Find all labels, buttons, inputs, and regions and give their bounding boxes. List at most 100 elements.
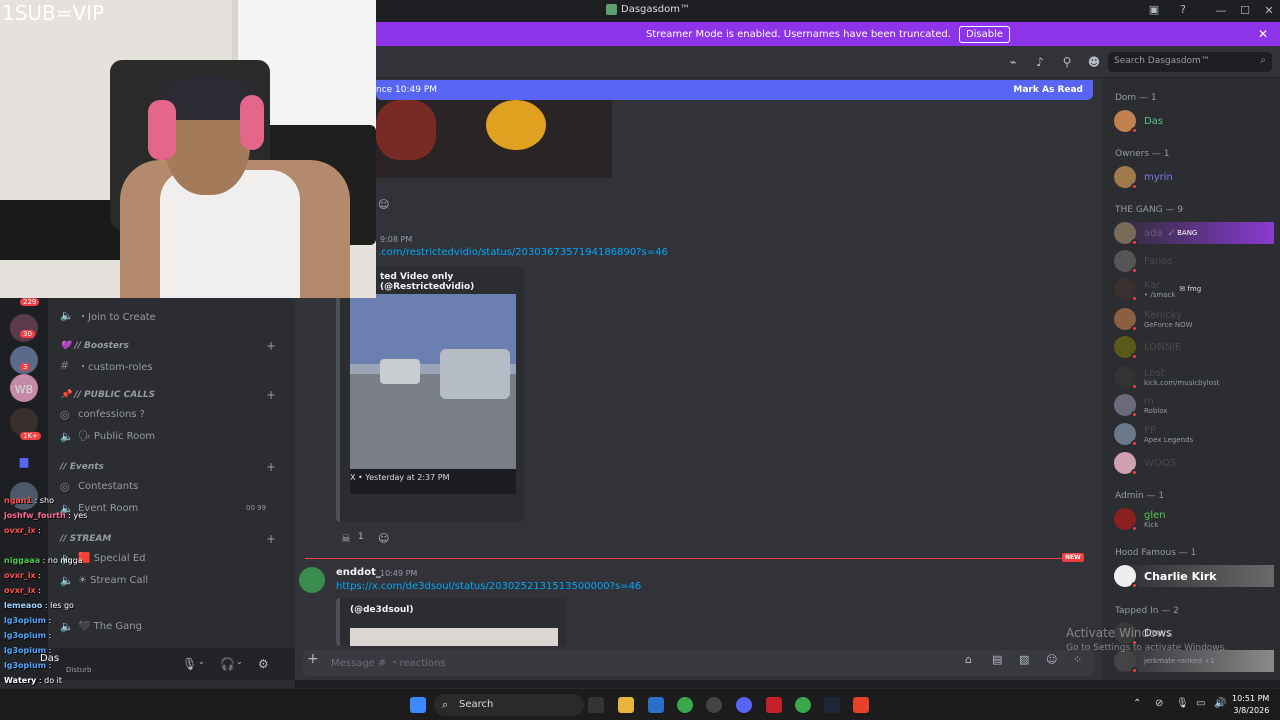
channel-public-room[interactable]: 🔈 🗣 Public Room	[60, 430, 155, 443]
network-icon[interactable]: ⊘	[1155, 698, 1163, 709]
stream-overlay-label: 1SUB=VIP	[2, 1, 105, 25]
clock[interactable]: 10:51 PM 3/8/2026	[1232, 693, 1269, 717]
member-item[interactable]: LONNIE	[1114, 336, 1181, 360]
category-public-calls[interactable]: 📌 // PUBLIC CALLS	[60, 390, 155, 400]
add-channel-icon[interactable]: +	[266, 388, 276, 402]
message-composer: + Message # ・reactions ⌂ ▤ ▨ ☺ ⁘	[295, 646, 1103, 680]
chat-line: ngan1 : sho	[4, 496, 55, 505]
channel-join-to-create[interactable]: 🔈 ・Join to Create	[60, 308, 156, 323]
add-reaction-icon[interactable]: ☺	[378, 198, 389, 211]
member-section-header: Tapped In — 2	[1115, 606, 1179, 616]
member-item[interactable]: ada ☄ BANG	[1114, 222, 1274, 246]
volume-icon[interactable]: 🔊	[1214, 698, 1226, 709]
avatar	[1114, 222, 1138, 246]
skull-reaction[interactable]: ☠	[341, 532, 351, 545]
embed-title[interactable]: ted Video only (@Restrictedvidio)	[380, 272, 524, 292]
member-list-icon[interactable]: ☻	[1087, 55, 1101, 69]
avatar	[1114, 508, 1138, 532]
chat-line: lg3opium :	[4, 616, 52, 625]
add-reaction-icon[interactable]: ☺	[378, 532, 389, 545]
gift-icon[interactable]: ⌂	[965, 653, 972, 666]
stream-chat-overlay: ngan1 : sho joshfw_fourth : yes ovxr_ix …	[0, 480, 120, 690]
embed-title[interactable]: (@de3dsoul)	[350, 605, 414, 615]
server-badge: 30	[20, 330, 35, 338]
microphone-icon[interactable]: 🎙	[182, 657, 197, 671]
display-icon[interactable]: ▭	[1196, 698, 1205, 709]
avatar[interactable]	[299, 567, 325, 593]
link-embed: ted Video only (@Restrictedvidio) X • Ye…	[336, 266, 524, 522]
upload-plus-icon[interactable]: +	[307, 651, 319, 667]
activate-windows-title: Activate Windows	[1066, 626, 1173, 640]
chevron-down-icon[interactable]: ⌄	[198, 657, 205, 666]
folder-icon[interactable]: ▆	[10, 448, 38, 476]
file-explorer-icon[interactable]	[618, 697, 634, 713]
maximize-button[interactable]: ☐	[1238, 4, 1252, 17]
embed-image[interactable]	[350, 628, 558, 646]
member-item[interactable]: jerkmate-ranked +1	[1114, 650, 1274, 674]
chat-line: lg3opium :	[4, 661, 52, 670]
channel-confessions[interactable]: ◎ confessions ?	[60, 408, 145, 421]
chevron-up-icon[interactable]: ⌃	[1133, 698, 1141, 709]
pin-icon[interactable]: ⚲	[1060, 55, 1074, 69]
avatar	[1114, 278, 1138, 302]
acrobat-icon[interactable]	[766, 697, 782, 713]
add-channel-icon[interactable]: +	[266, 339, 276, 353]
add-channel-icon[interactable]: +	[266, 532, 276, 546]
new-tag: NEW	[1062, 553, 1084, 562]
steam-icon[interactable]	[824, 697, 840, 713]
member-section-header: Owners — 1	[1115, 149, 1170, 159]
server-icon-wb[interactable]: WB	[10, 376, 38, 404]
member-item[interactable]: WOOS	[1114, 452, 1176, 476]
discord-icon[interactable]	[736, 697, 752, 713]
mark-as-read-button[interactable]: Mark As Read	[1013, 85, 1083, 95]
member-item[interactable]: myrin	[1114, 166, 1173, 190]
obs-icon[interactable]	[706, 697, 722, 713]
add-channel-icon[interactable]: +	[266, 460, 276, 474]
settings-gear-icon[interactable]: ⚙	[258, 657, 269, 671]
app-icon[interactable]	[853, 697, 869, 713]
member-item[interactable]: m Roblox	[1114, 394, 1167, 418]
apps-icon[interactable]: ⁘	[1073, 653, 1082, 666]
member-item[interactable]: PP Apex Legends	[1114, 423, 1193, 447]
minimize-button[interactable]: —	[1214, 4, 1228, 17]
emoji-icon[interactable]: ☺	[1046, 653, 1057, 666]
member-item[interactable]: Das	[1114, 110, 1163, 134]
disable-streamer-mode-button[interactable]: Disable	[958, 25, 1011, 43]
gif-icon[interactable]: ▤	[992, 653, 1002, 666]
message-author[interactable]: enddot_	[336, 567, 381, 578]
taskbar-search[interactable]: ⌕ Search	[434, 694, 584, 716]
message-link[interactable]: .com/restrictedvidio/status/203036735719…	[378, 247, 668, 258]
member-item[interactable]: Kar • /smack ✉ fmg	[1114, 278, 1201, 302]
close-banner-icon[interactable]: ✕	[1258, 27, 1268, 41]
search-input[interactable]: Search Dasgasdom™ ⌕	[1108, 52, 1272, 72]
category-events[interactable]: // Events	[60, 462, 104, 472]
inbox-icon[interactable]: ▣	[1148, 4, 1160, 16]
threads-icon[interactable]: ⌁	[1006, 55, 1020, 69]
chat-line: lg3opium :	[4, 646, 52, 655]
sticker-icon[interactable]: ▨	[1019, 653, 1029, 666]
task-view-icon[interactable]	[588, 697, 604, 713]
member-item[interactable]: Lost kick.com/musicbylost	[1114, 366, 1219, 390]
chrome-icon[interactable]	[795, 697, 811, 713]
message-image[interactable]	[376, 100, 612, 178]
member-item[interactable]: glen Kick	[1114, 508, 1166, 532]
member-item[interactable]: Kenicky GeForce NOW	[1114, 308, 1193, 332]
headphones-icon[interactable]: 🎧	[220, 657, 235, 671]
avatar	[1114, 366, 1138, 390]
member-item[interactable]: Charlie Kirk	[1114, 565, 1274, 589]
store-icon[interactable]	[648, 697, 664, 713]
member-item[interactable]: Fanos	[1114, 250, 1173, 274]
close-window-button[interactable]: ✕	[1262, 4, 1276, 17]
help-icon[interactable]: ?	[1177, 4, 1189, 16]
chrome-icon[interactable]	[677, 697, 693, 713]
notification-bell-icon[interactable]: ♪	[1033, 55, 1047, 69]
chevron-down-icon[interactable]: ⌄	[236, 657, 243, 666]
message-link[interactable]: https://x.com/de3dsoul/status/2030252131…	[336, 581, 641, 592]
embed-video[interactable]	[350, 294, 516, 494]
streamer-mode-banner: Streamer Mode is enabled. Usernames have…	[376, 22, 1280, 46]
start-icon[interactable]	[410, 697, 426, 713]
channel-custom-roles[interactable]: # ・custom-roles	[60, 358, 153, 373]
microphone-icon[interactable]: 🎙	[1176, 698, 1189, 709]
category-boosters[interactable]: 💜 // Boosters	[60, 341, 129, 351]
new-messages-bar[interactable]: nce 10:49 PM Mark As Read	[376, 80, 1093, 100]
